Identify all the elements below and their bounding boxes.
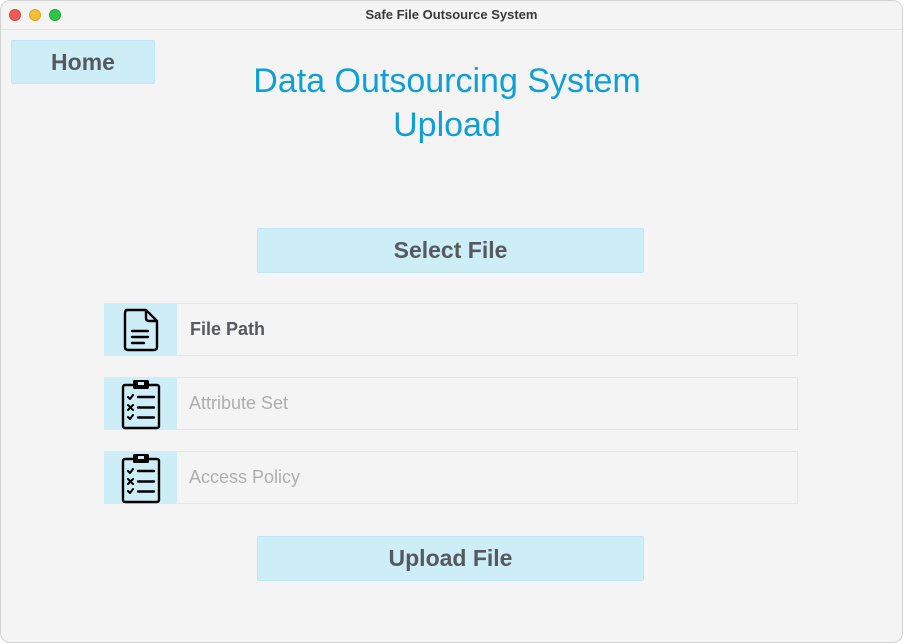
access-policy-input[interactable] xyxy=(189,452,789,503)
upload-file-button[interactable]: Upload File xyxy=(257,536,644,581)
attribute-set-input[interactable] xyxy=(189,378,789,429)
select-file-button[interactable]: Select File xyxy=(257,228,644,273)
window-title: Safe File Outsource System xyxy=(365,7,538,22)
clipboard-checklist-icon xyxy=(105,452,177,503)
file-path-value: File Path xyxy=(190,319,266,339)
clipboard-checklist-icon xyxy=(105,378,177,429)
home-button[interactable]: Home xyxy=(11,40,155,84)
file-path-field[interactable]: File Path xyxy=(104,303,798,356)
page-title-line-1: Data Outsourcing System xyxy=(253,62,641,100)
title-bar: Safe File Outsource System xyxy=(1,1,902,30)
app-window: Safe File Outsource System Home Data Out… xyxy=(0,0,903,643)
document-icon xyxy=(105,304,177,355)
page-title-line-2: Upload xyxy=(393,106,501,144)
attribute-set-field[interactable] xyxy=(104,377,798,430)
access-policy-field[interactable] xyxy=(104,451,798,504)
page-title: Data Outsourcing System Upload xyxy=(201,59,693,147)
